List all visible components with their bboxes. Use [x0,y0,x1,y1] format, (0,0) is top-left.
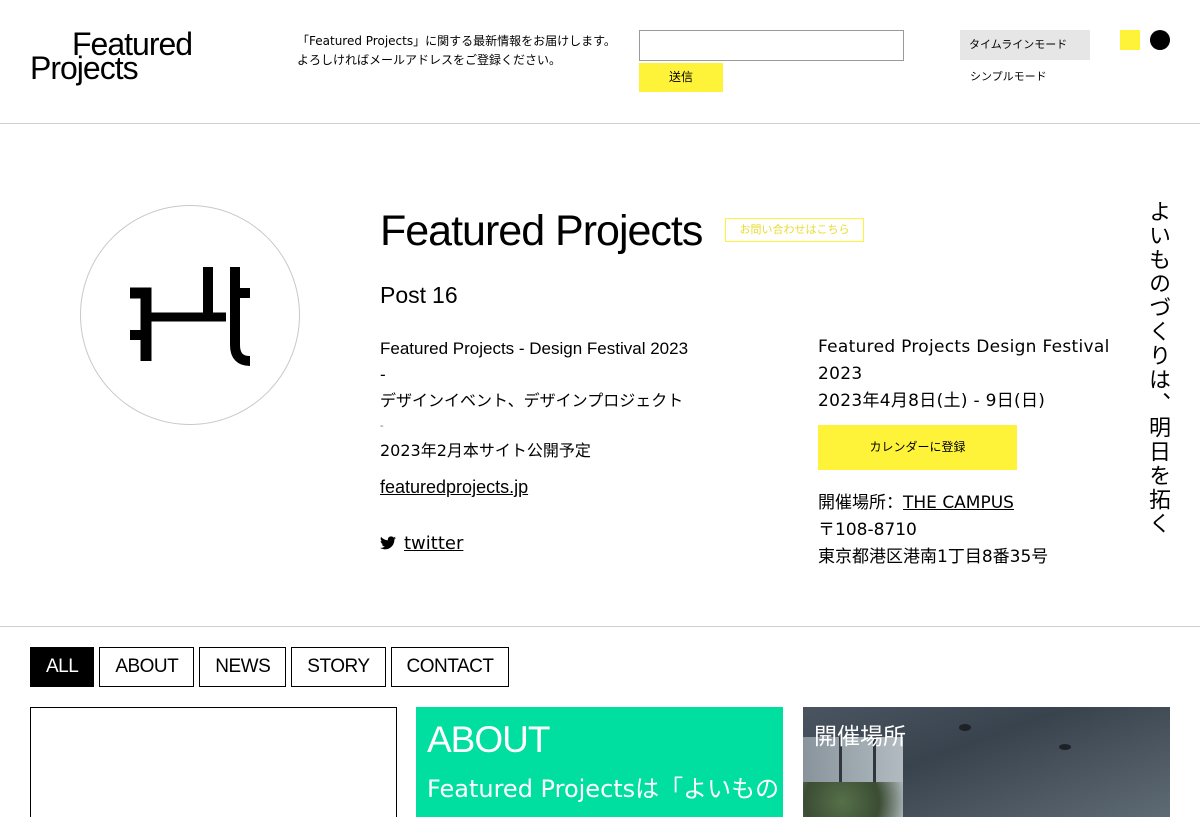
filter-about[interactable]: ABOUT [99,647,195,687]
section-divider [0,626,1200,627]
venue-link[interactable]: THE CAMPUS [903,493,1014,513]
venue-line: 開催場所：THE CAMPUS [818,490,1118,517]
venue-prefix: 開催場所： [818,493,903,513]
desc-dash-2: - [380,420,384,432]
post-number: 16 [432,282,458,308]
post-card-blank[interactable] [30,707,397,817]
filter-contact[interactable]: CONTACT [390,647,510,687]
desc-dash-1: - [380,365,386,384]
add-to-calendar-button[interactable]: カレンダーに登録 [818,425,1017,470]
filter-all[interactable]: ALL [30,647,95,687]
contact-link[interactable]: お問い合わせはこちら [725,218,864,242]
ceiling-light [1059,744,1071,750]
venue-card-title: 開催場所 [814,724,906,750]
event-info: Featured Projects Design Festival 2023 2… [818,334,1118,415]
desc-line-1: Featured Projects - Design Festival 2023 [380,339,689,358]
twitter-link-row[interactable]: twitter [380,531,463,557]
about-card-title: ABOUT [427,719,550,760]
ceiling-light [959,724,971,731]
site-link[interactable]: featuredprojects.jp [380,474,760,500]
desc-line-3: 2023年2月本サイト公開予定 [380,441,591,460]
post-label: Post 16 [380,280,458,310]
category-filters: ALL ABOUT NEWS STORY CONTACT [30,647,510,687]
venue-info: 開催場所：THE CAMPUS 〒108-8710 東京都港区港南1丁目8番35… [818,490,1118,571]
event-name-line-2: 2023 [818,364,863,384]
project-avatar [80,205,300,425]
submit-button[interactable]: 送信 [639,63,723,92]
filter-story[interactable]: STORY [291,647,386,687]
ft-mark-icon [130,267,251,366]
newsletter-text: 「Featured Projects」に関する最新情報をお届けします。 よろしけ… [297,32,627,70]
newsletter-line-2: よろしければメールアドレスをご登録ください。 [297,53,562,67]
timeline-mode-button[interactable]: タイムラインモード [960,30,1090,60]
yellow-theme-swatch[interactable] [1120,30,1140,50]
address: 東京都港区港南1丁目8番35号 [818,547,1049,567]
postal-code: 〒108-8710 [818,520,917,540]
logo-line-2: Projects [30,50,139,86]
post-card-venue[interactable]: 開催場所 [803,707,1170,817]
event-dates: 2023年4月8日(土) - 9日(日) [818,391,1046,411]
project-description: Featured Projects - Design Festival 2023… [380,336,760,500]
post-card-about[interactable]: ABOUT Featured Projectsは「よいもの [416,707,783,817]
email-field[interactable] [639,30,904,61]
twitter-icon [380,536,396,550]
desc-line-2: デザインイベント、デザインプロジェクト [380,391,684,410]
site-header: Featured Projects 「Featured Projects」に関す… [0,0,1200,124]
black-theme-swatch[interactable] [1150,30,1170,50]
post-word: Post [380,282,427,308]
page-title: Featured Projects [380,207,703,255]
about-card-text: Featured Projectsは「よいもの [427,775,780,803]
filter-news[interactable]: NEWS [199,647,287,687]
event-name-line-1: Featured Projects Design Festival [818,337,1110,357]
vertical-slogan: よいものづくりは、明日を拓く [1145,200,1170,536]
simple-mode-button[interactable]: シンプルモード [960,63,1090,91]
site-logo[interactable]: Featured Projects [30,28,220,90]
twitter-link[interactable]: twitter [404,533,463,554]
newsletter-line-1: 「Featured Projects」に関する最新情報をお届けします。 [297,34,616,48]
